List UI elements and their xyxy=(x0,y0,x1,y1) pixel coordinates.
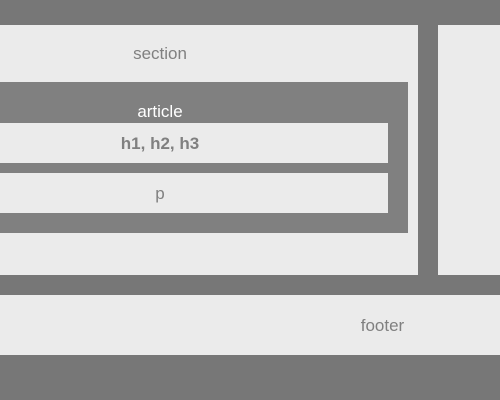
footer-label: footer xyxy=(360,316,405,335)
paragraph-box: p xyxy=(0,173,388,213)
aside-box xyxy=(438,25,500,275)
footer-box: footer xyxy=(0,295,500,355)
paragraph-label: p xyxy=(155,184,165,203)
heading-label: h1, h2, h3 xyxy=(120,134,200,153)
heading-box: h1, h2, h3 xyxy=(0,123,388,163)
section-label: section xyxy=(133,44,187,63)
article-label: article xyxy=(137,102,183,121)
